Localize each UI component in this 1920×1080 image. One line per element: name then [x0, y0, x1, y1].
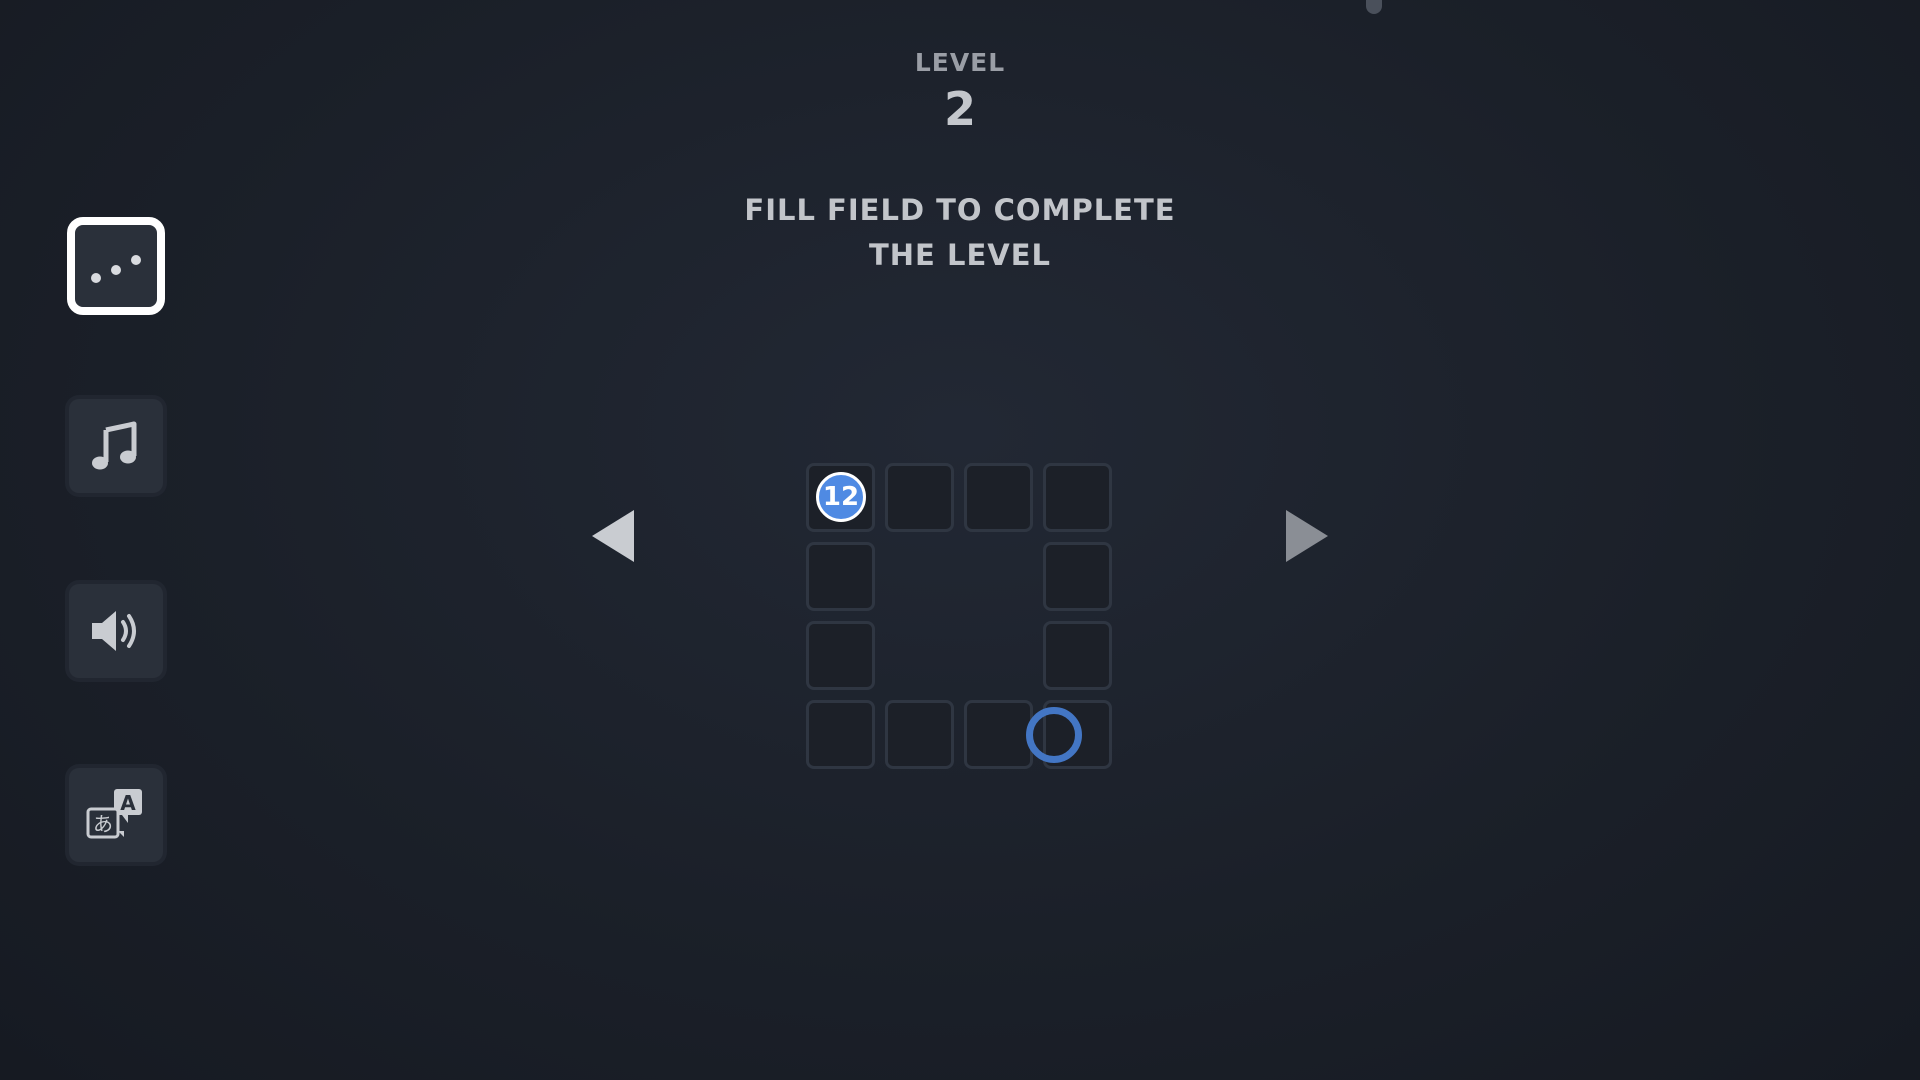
theme-dots-button[interactable] — [67, 217, 165, 315]
board-cell[interactable] — [1043, 463, 1112, 532]
previous-level-arrow[interactable] — [592, 510, 634, 562]
instruction-text: FILL FIELD TO COMPLETE THE LEVEL — [744, 193, 1176, 272]
translate-icon: A あ — [86, 789, 142, 839]
svg-text:A: A — [120, 791, 136, 815]
board-cell[interactable] — [806, 700, 875, 769]
music-note-icon — [92, 421, 137, 470]
dots-pattern-icon — [91, 255, 141, 283]
board-cell[interactable] — [1043, 621, 1112, 690]
board-cell[interactable] — [806, 542, 875, 611]
board-cell[interactable] — [964, 700, 1033, 769]
level-label: LEVEL — [914, 48, 1006, 77]
next-level-arrow[interactable] — [1286, 510, 1328, 562]
speaker-icon — [92, 611, 136, 651]
language-button[interactable]: A あ — [69, 768, 163, 862]
start-node[interactable]: 12 — [816, 472, 866, 522]
cursor-ring — [1026, 707, 1082, 763]
sound-button[interactable] — [69, 584, 163, 678]
music-button[interactable] — [69, 399, 163, 493]
board-cell[interactable] — [1043, 542, 1112, 611]
board-cell[interactable] — [964, 463, 1033, 532]
board-cell[interactable] — [885, 700, 954, 769]
board-cell[interactable] — [806, 621, 875, 690]
board-cell[interactable] — [885, 463, 954, 532]
svg-text:あ: あ — [93, 812, 113, 836]
top-indicator-dot — [1366, 0, 1382, 14]
level-number: 2 — [943, 82, 976, 136]
